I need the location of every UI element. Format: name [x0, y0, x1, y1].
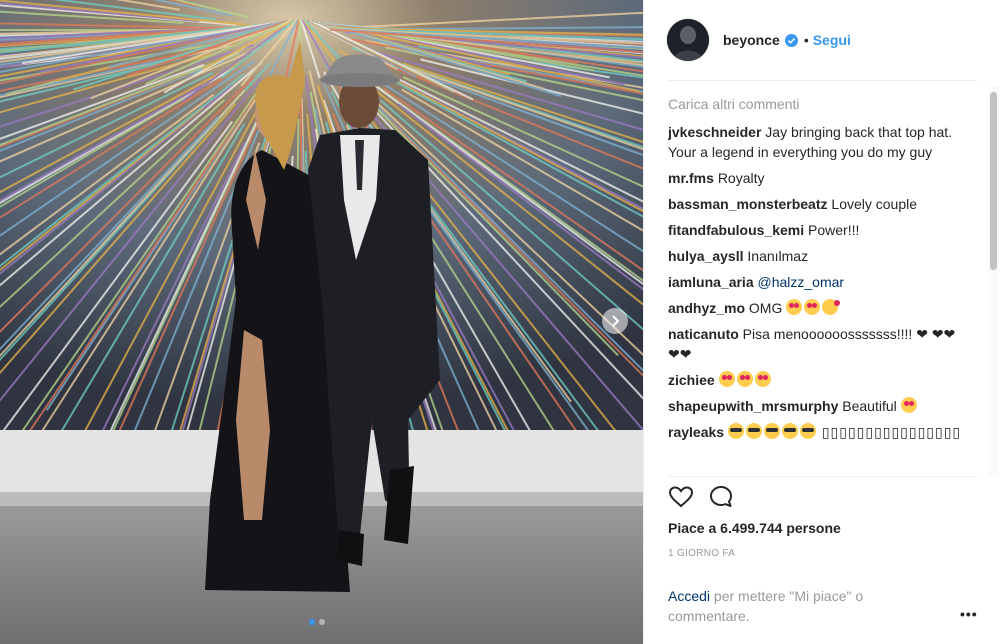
- comment-item: iamluna_aria @halzz_omar: [668, 272, 964, 292]
- comment-item: rayleaks ▯▯▯▯▯▯▯▯▯▯▯▯▯▯▯▯: [668, 422, 964, 443]
- heart-eyes-emoji-icon: [718, 371, 735, 387]
- load-more-comments-link[interactable]: Carica altri commenti: [668, 94, 964, 114]
- post-header: beyonce • Segui: [667, 16, 851, 64]
- heart-eyes-emoji-icon: [736, 371, 753, 387]
- sunglasses-emoji-icon: [799, 423, 816, 439]
- avatar[interactable]: [667, 19, 709, 61]
- heart-eyes-emoji-icon: [900, 397, 917, 413]
- comment-item: shapeupwith_mrsmurphy Beautiful: [668, 396, 964, 416]
- comment-item: zichiee: [668, 370, 964, 390]
- like-count[interactable]: Piace a 6.499.744 persone: [668, 520, 841, 536]
- comment-text: Power!!!: [808, 222, 860, 238]
- comments-scrollbar[interactable]: [990, 92, 997, 270]
- post-timestamp: 1 GIORNO FA: [668, 548, 736, 559]
- sunglasses-emoji-icon: [727, 423, 744, 439]
- comment-item: bassman_monsterbeatz Lovely couple: [668, 194, 964, 214]
- comments-divider: [667, 476, 977, 477]
- comment-username[interactable]: hulya_aysll: [668, 248, 744, 264]
- comment-text: Beautiful: [842, 398, 897, 414]
- comment-text: Royalty: [717, 170, 765, 186]
- comment-item: andhyz_mo OMG: [668, 298, 964, 318]
- verified-badge-icon: [784, 33, 798, 47]
- comment-text: Inanılmaz: [747, 248, 809, 264]
- speech-bubble-icon[interactable]: [708, 484, 734, 510]
- chevron-right-icon: [612, 315, 620, 327]
- carousel-indicator: [309, 619, 325, 625]
- heart-eyes-emoji-icon: [804, 299, 821, 315]
- comment-text: Lovely couple: [831, 196, 918, 212]
- post-photo[interactable]: [0, 0, 643, 644]
- comment-username[interactable]: naticanuto: [668, 326, 739, 342]
- carousel-dot-1: [309, 619, 315, 625]
- comment-username[interactable]: rayleaks: [668, 424, 724, 440]
- separator-dot: •: [803, 32, 809, 48]
- comment-item: mr.fms Royalty: [668, 168, 964, 188]
- heart-eyes-emoji-icon: [786, 299, 803, 315]
- login-prompt: Accedi per mettere "Mi piace" o commenta…: [668, 586, 918, 626]
- comment-text: ▯▯▯▯▯▯▯▯▯▯▯▯▯▯▯▯: [821, 425, 962, 441]
- comment-username[interactable]: bassman_monsterbeatz: [668, 196, 828, 212]
- comment-text: OMG: [748, 300, 783, 316]
- carousel-dot-2: [319, 619, 325, 625]
- comment-item: hulya_aysll Inanılmaz: [668, 246, 964, 266]
- comment-username[interactable]: mr.fms: [668, 170, 714, 186]
- carousel-next-button[interactable]: [602, 308, 628, 334]
- comment-username[interactable]: andhyz_mo: [668, 300, 745, 316]
- sunglasses-emoji-icon: [781, 423, 798, 439]
- heart-eyes-emoji-icon: [754, 371, 771, 387]
- comment-item: fitandfabulous_kemi Power!!!: [668, 220, 964, 240]
- more-options-icon[interactable]: •••: [960, 606, 978, 622]
- heart-outline-icon[interactable]: [668, 484, 694, 510]
- sunglasses-emoji-icon: [745, 423, 762, 439]
- comments-list: Carica altri commenti jvkeschneider Jay …: [668, 88, 964, 474]
- comment-item: jvkeschneider Jay bringing back that top…: [668, 122, 964, 162]
- username[interactable]: beyonce: [723, 32, 780, 48]
- comment-username[interactable]: zichiee: [668, 372, 715, 388]
- comment-username[interactable]: fitandfabulous_kemi: [668, 222, 804, 238]
- comment-mention-link[interactable]: @halzz_omar: [758, 274, 845, 290]
- comment-username[interactable]: iamluna_aria: [668, 274, 754, 290]
- comment-username[interactable]: jvkeschneider: [668, 124, 761, 140]
- header-divider: [667, 80, 977, 81]
- post-image: [0, 0, 643, 644]
- comment-username[interactable]: shapeupwith_mrsmurphy: [668, 398, 838, 414]
- kiss-emoji-icon: [822, 299, 841, 315]
- post-actions: [668, 484, 734, 510]
- sunglasses-emoji-icon: [763, 423, 780, 439]
- login-link[interactable]: Accedi: [668, 588, 710, 604]
- comment-item: naticanuto Pisa menoooooosssssss!!!! ❤ ❤…: [668, 324, 964, 364]
- follow-button[interactable]: Segui: [813, 32, 851, 48]
- avatar-image: [667, 19, 709, 61]
